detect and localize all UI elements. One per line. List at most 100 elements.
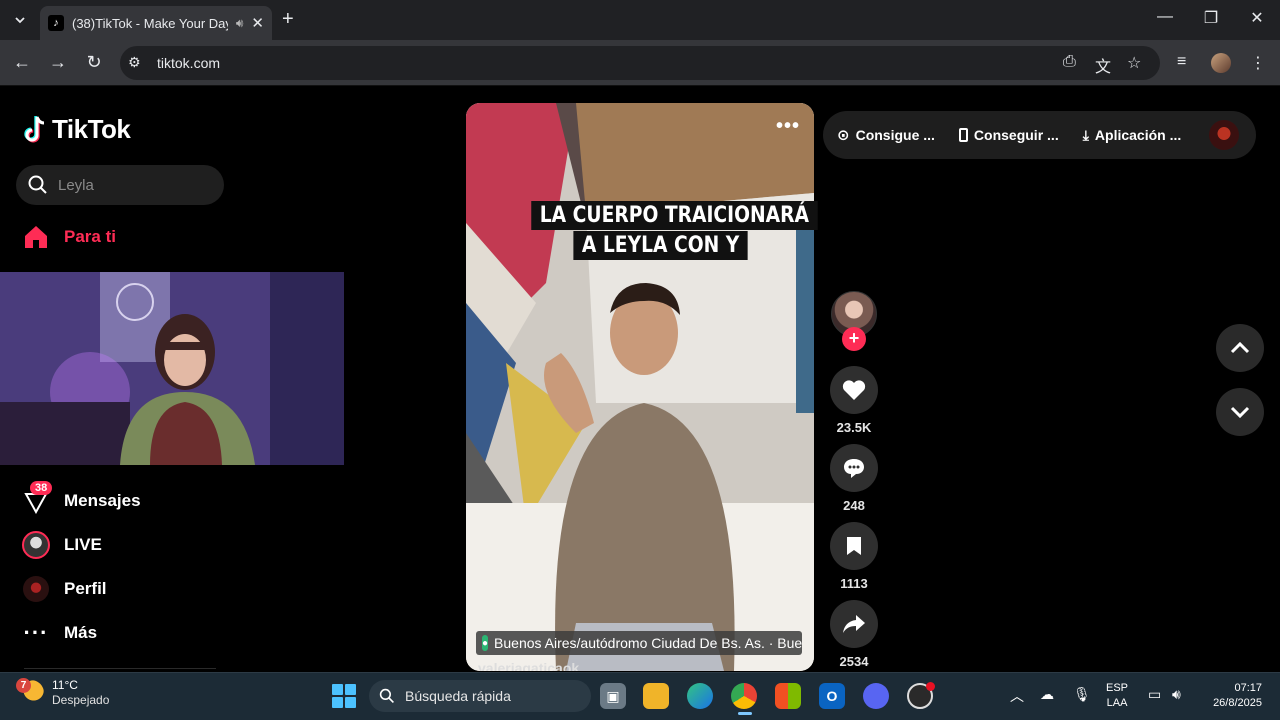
chevron-down-icon — [15, 17, 25, 24]
sidebar-item-label: Perfil — [64, 579, 107, 598]
edge-icon[interactable] — [687, 683, 713, 709]
live-avatar-icon — [22, 531, 50, 559]
video-player[interactable] — [466, 103, 814, 671]
volume-icon[interactable]: 🔊︎ — [1172, 686, 1181, 703]
site-info-icon[interactable]: ⚙︎ — [128, 54, 141, 71]
video-caption-line1: LA CUERPO TRAICIONARÁ — [531, 201, 818, 230]
webcam-overlay — [0, 272, 344, 465]
video-more-options-icon[interactable]: ••• — [776, 115, 800, 138]
restore-button[interactable]: ❐ — [1196, 8, 1226, 28]
recording-dot-icon — [926, 682, 935, 691]
coin-icon: ⊙ — [837, 127, 850, 144]
messages-badge: 38 — [30, 481, 53, 495]
share-button[interactable] — [830, 600, 878, 648]
close-tab-icon[interactable]: ✕ — [251, 14, 264, 32]
previous-video-button[interactable] — [1216, 324, 1264, 372]
comment-count: 248 — [843, 498, 865, 513]
weather-widget[interactable]: 7 11°C Despejado — [16, 678, 110, 708]
microsoft-store-icon[interactable] — [775, 683, 801, 709]
get-app-button[interactable]: Conseguir ... — [958, 127, 1059, 143]
bookmark-icon — [847, 537, 861, 555]
sidebar-item-live[interactable]: LIVE — [22, 531, 102, 559]
follow-plus-button[interactable]: + — [842, 327, 866, 351]
reload-button[interactable]: ↻ — [82, 52, 106, 73]
url-text[interactable]: tiktok.com — [157, 55, 220, 71]
onedrive-icon[interactable]: ☁ — [1040, 686, 1054, 703]
tiktok-favicon-icon: ♪ — [48, 15, 64, 31]
forward-button[interactable]: → — [46, 52, 70, 73]
heart-icon — [842, 380, 866, 400]
close-window-button[interactable]: ✕ — [1242, 8, 1272, 28]
microphone-icon[interactable]: 🎙︎ — [1073, 686, 1091, 703]
network-icon[interactable]: ▭ — [1148, 686, 1161, 703]
audio-playing-icon[interactable]: 🔊︎ — [236, 16, 244, 31]
comment-icon — [844, 459, 864, 478]
sidebar-item-label: Para ti — [64, 227, 116, 246]
browser-profile-avatar[interactable] — [1211, 53, 1231, 73]
sidebar-item-perfil[interactable]: Perfil — [22, 575, 107, 603]
language-indicator[interactable]: ESP LAA — [1106, 681, 1128, 711]
back-button[interactable]: ← — [10, 52, 34, 73]
clock-date: 26/8/2025 — [1213, 697, 1262, 709]
search-input[interactable]: Leyla — [16, 165, 224, 205]
home-icon — [22, 223, 50, 251]
tab-search-button[interactable] — [8, 8, 32, 32]
show-hidden-icons-chevron-icon[interactable]: ︿ — [1010, 686, 1024, 706]
taskbar-search[interactable]: Búsqueda rápida — [369, 680, 591, 712]
file-explorer-icon[interactable] — [643, 683, 669, 709]
video-caption-line2: A LEYLA CON Y — [573, 231, 748, 260]
sidebar-item-para-ti[interactable]: Para ti — [22, 223, 116, 251]
comment-button[interactable] — [830, 444, 878, 492]
user-avatar[interactable] — [1209, 120, 1239, 150]
more-icon: ··· — [23, 620, 49, 645]
keyboard-layout: LAA — [1106, 697, 1128, 709]
tiktok-logo[interactable]: TikTok — [24, 114, 131, 145]
search-placeholder: Leyla — [58, 176, 94, 194]
get-coins-button[interactable]: ⊙ Consigue ... — [837, 126, 935, 144]
address-bar[interactable] — [120, 46, 1160, 80]
save-button[interactable] — [830, 522, 878, 570]
windows-logo-icon — [332, 684, 343, 695]
location-tag[interactable]: ● Buenos Aires/autódromo Ciudad De Bs. A… — [476, 631, 802, 655]
minimize-button[interactable]: — — [1150, 8, 1180, 26]
search-icon — [28, 175, 47, 194]
browser-tab[interactable]: ♪ (38)TikTok - Make Your Day 🔊︎ ✕ — [40, 6, 272, 40]
chrome-icon[interactable] — [731, 683, 757, 709]
video-author-username[interactable]: valeriagaticaok — [478, 660, 579, 671]
phone-icon — [958, 128, 968, 142]
tab-title: (38)TikTok - Make Your Day — [72, 15, 228, 31]
outlook-icon[interactable]: O — [819, 683, 845, 709]
translate-icon[interactable]: 文 — [1095, 53, 1111, 77]
language-code: ESP — [1106, 682, 1129, 694]
chevron-down-icon — [1230, 406, 1250, 418]
like-button[interactable] — [830, 366, 878, 414]
logo-wordmark: TikTok — [52, 114, 131, 144]
share-arrow-icon — [843, 615, 865, 633]
new-tab-button[interactable]: + — [282, 8, 294, 31]
download-app-button[interactable]: ⤓ Aplicación ... — [1083, 127, 1182, 144]
menu-kebab-icon[interactable]: ⋮ — [1250, 53, 1266, 73]
next-video-button[interactable] — [1216, 388, 1264, 436]
sidebar-item-mensajes[interactable]: 38 Mensajes — [22, 481, 141, 515]
profile-avatar-icon — [22, 575, 50, 603]
download-icon: ⤓ — [1082, 126, 1089, 143]
download-app-label: Aplicación ... — [1094, 127, 1182, 143]
media-control-icon[interactable]: ≡ — [1177, 53, 1186, 71]
bookmark-star-icon[interactable]: ☆ — [1127, 53, 1141, 73]
get-app-label: Conseguir ... — [973, 127, 1059, 143]
sidebar-item-mas[interactable]: ··· Más — [22, 619, 98, 647]
taskbar-search-label: Búsqueda rápida — [405, 688, 511, 704]
tiktok-note-icon — [24, 115, 45, 142]
share-count: 2534 — [839, 654, 869, 669]
sidebar-item-label: LIVE — [64, 535, 102, 554]
weather-condition: Despejado — [52, 693, 110, 707]
install-app-icon[interactable]: ⎙ — [1063, 53, 1076, 71]
discord-icon[interactable] — [863, 683, 889, 709]
task-view-icon[interactable]: ▣ — [600, 683, 626, 709]
system-clock[interactable]: 07:17 26/8/2025 — [1200, 681, 1262, 711]
sidebar-divider — [24, 668, 216, 669]
weather-temperature: 11°C — [52, 678, 78, 692]
messages-icon: 38 — [22, 481, 53, 515]
start-button[interactable] — [332, 684, 356, 708]
location-text: Buenos Aires/autódromo Ciudad De Bs. As.… — [494, 635, 802, 651]
